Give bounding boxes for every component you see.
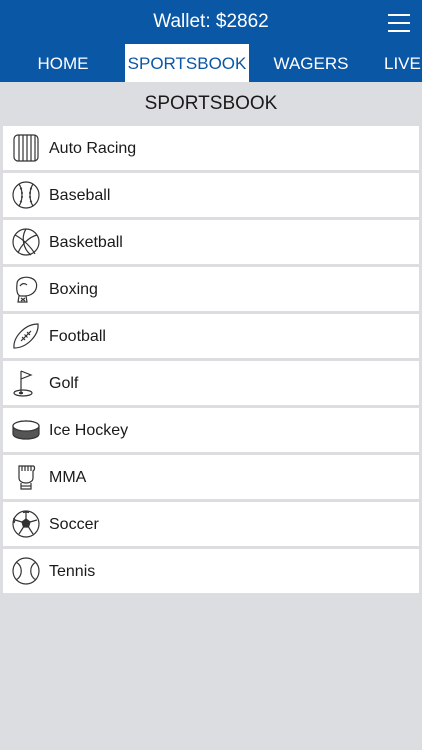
sport-row-boxing[interactable]: Boxing [3,267,419,311]
tennis-ball-icon [11,556,41,586]
nav-tabs: HOME SPORTSBOOK WAGERS LIVE [0,44,422,82]
baseball-icon [11,180,41,210]
basketball-icon [11,227,41,257]
sport-row-soccer[interactable]: Soccer [3,502,419,546]
sport-row-ice-hockey[interactable]: Ice Hockey [3,408,419,452]
sport-label: Boxing [49,281,98,298]
sport-row-tennis[interactable]: Tennis [3,549,419,593]
mma-glove-icon [11,462,41,492]
tab-live[interactable]: LIVE [378,44,422,82]
sport-label: Ice Hockey [49,422,129,439]
sport-row-mma[interactable]: MMA [3,455,419,499]
sport-label: Tennis [49,563,96,580]
boxing-glove-icon [11,274,41,304]
tire-icon [11,133,41,163]
app-header: Wallet: $2862 HOME SPORTSBOOK WAGERS LIV… [0,0,422,82]
page-title: SPORTSBOOK [144,93,278,114]
tab-wagers[interactable]: WAGERS [268,44,354,82]
sport-row-auto-racing[interactable]: Auto Racing [3,126,419,170]
sports-list: Auto Racing Baseball Basketball Boxing F… [3,126,419,596]
sport-label: Baseball [49,187,111,204]
hockey-puck-icon [11,415,41,445]
tab-home[interactable]: HOME [30,44,96,82]
sport-row-football[interactable]: Football [3,314,419,358]
football-icon [11,321,41,351]
sport-row-golf[interactable]: Golf [3,361,419,405]
golf-flag-icon [11,368,41,398]
soccer-ball-icon [11,509,41,539]
hamburger-menu-icon[interactable] [388,12,412,34]
sport-label: MMA [49,469,87,486]
sport-label: Football [49,328,106,345]
sport-label: Auto Racing [49,140,137,157]
wallet-balance: Wallet: $2862 [153,11,269,32]
sport-label: Soccer [49,516,99,533]
sport-row-basketball[interactable]: Basketball [3,220,419,264]
tab-sportsbook[interactable]: SPORTSBOOK [125,44,249,82]
sport-label: Golf [49,375,79,392]
sport-row-baseball[interactable]: Baseball [3,173,419,217]
sport-label: Basketball [49,234,123,251]
